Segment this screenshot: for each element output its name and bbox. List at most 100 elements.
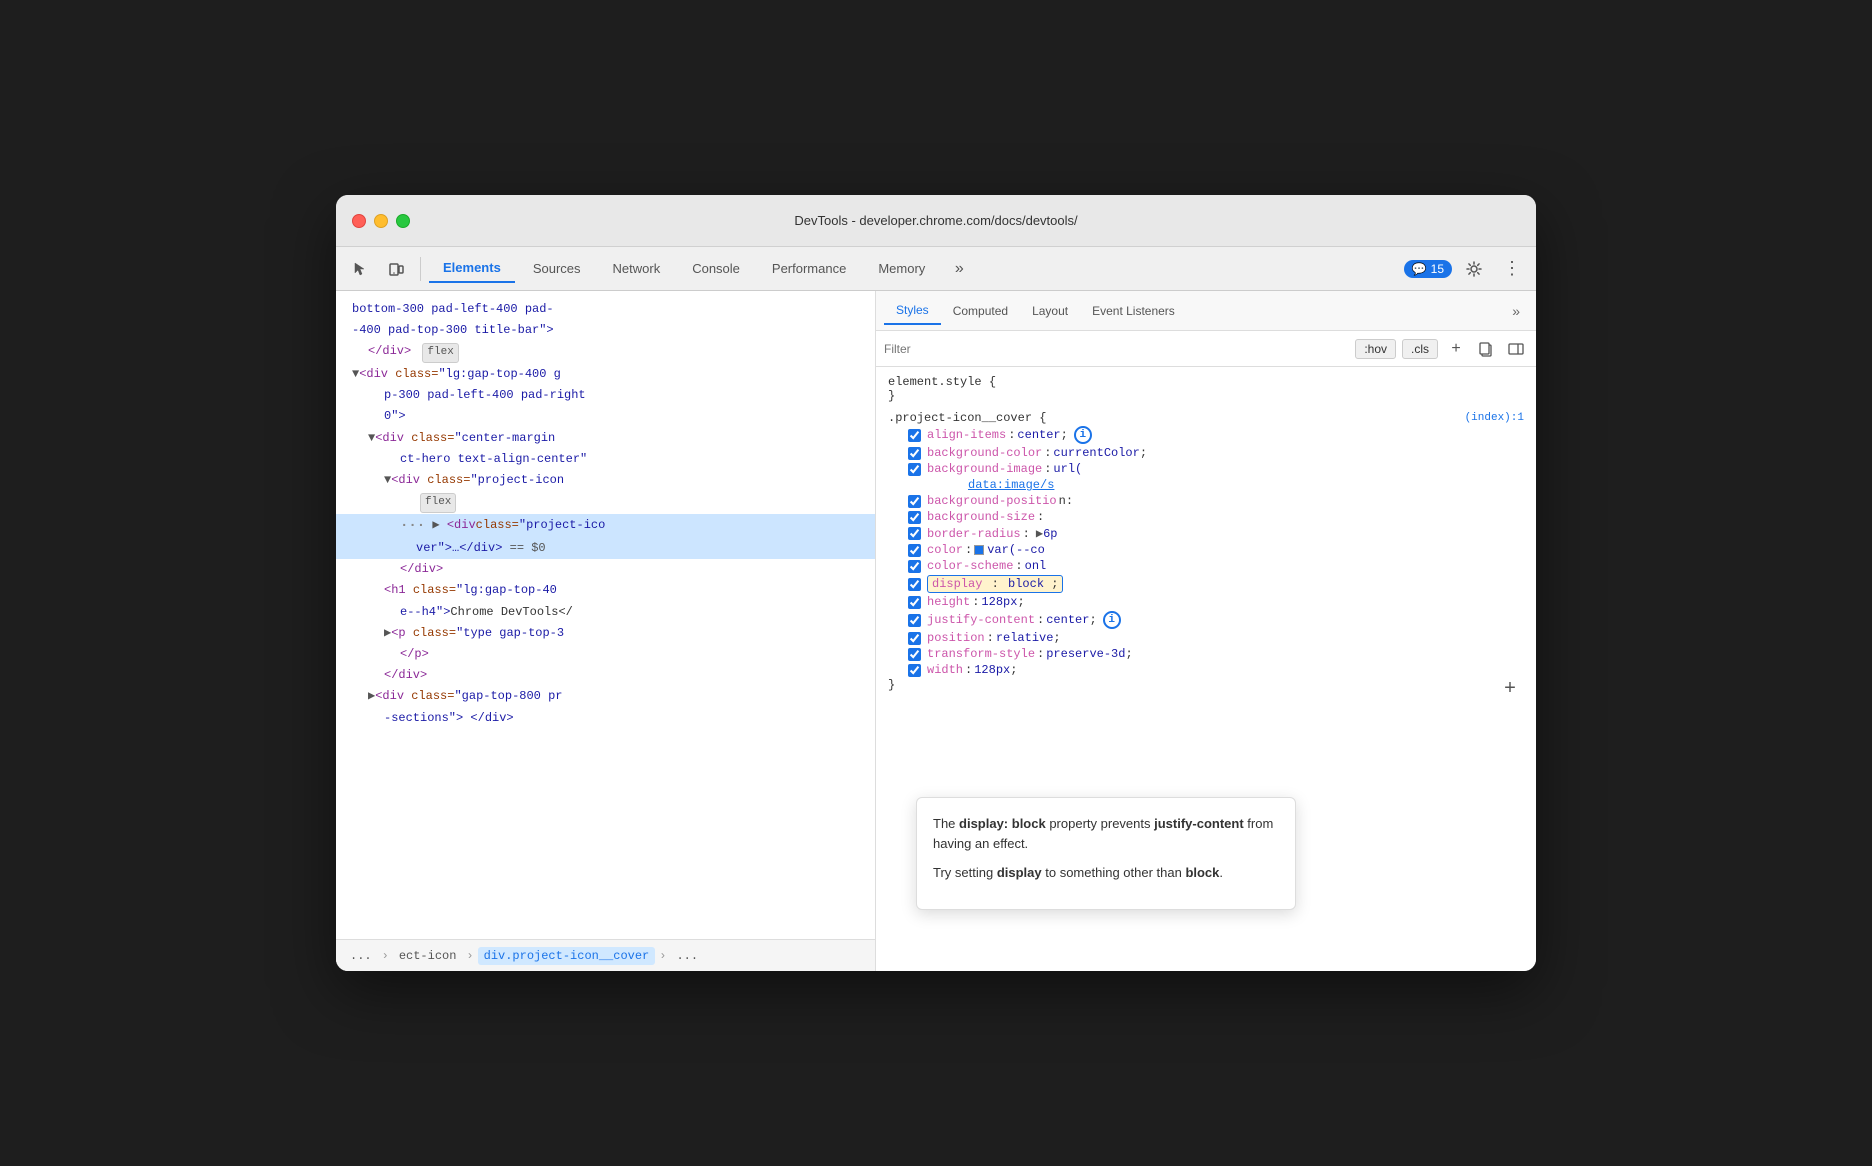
styles-panel: Styles Computed Layout Event Listeners »… [876,291,1536,971]
css-prop-color-scheme: color-scheme : onl [888,558,1524,574]
prop-checkbox-height[interactable] [908,596,921,609]
flex-badge-2: flex [420,493,456,513]
css-prop-position: position : relative ; [888,630,1524,646]
customize-button[interactable]: ⋮ [1496,253,1528,285]
hov-filter-button[interactable]: :hov [1355,339,1396,359]
issues-badge[interactable]: 💬 15 [1404,260,1452,278]
prop-checkbox-color-scheme[interactable] [908,560,921,573]
html-line: flex [336,491,875,514]
breadcrumb-cover[interactable]: div.project-icon__cover [478,947,656,965]
more-tabs-button[interactable]: » [943,253,975,285]
prop-checkbox-align-items[interactable] [908,429,921,442]
tooltip-bold-justify-content: justify-content [1154,816,1244,831]
prop-checkbox-border-radius[interactable] [908,527,921,540]
tab-computed[interactable]: Computed [941,298,1020,324]
html-line: ct-hero text-align-center" [336,449,875,470]
color-swatch[interactable] [974,545,984,555]
more-styles-tabs-button[interactable]: » [1504,303,1528,319]
inspect-element-button[interactable] [344,253,376,285]
prop-checkbox-bg-position[interactable] [908,495,921,508]
breadcrumb-end[interactable]: ... [670,947,704,965]
prop-checkbox-bg-size[interactable] [908,511,921,524]
more-options-icon: ⋮ [1503,258,1521,279]
html-line: -400 pad-top-300 title-bar"> [336,320,875,341]
tab-network[interactable]: Network [599,255,675,282]
align-items-info-icon[interactable]: i [1074,426,1092,444]
css-prop-justify-content: justify-content : center ; i [888,610,1524,630]
breadcrumb: ... › ect-icon › div.project-icon__cover… [336,939,875,971]
html-line: ▶<div class="gap-top-800 pr [336,686,875,707]
css-prop-color: color : var(--co [888,542,1524,558]
sidebar-icon [1508,341,1524,357]
css-rules-panel: element.style { } .project-icon__cover {… [876,367,1536,971]
css-prop-border-radius: border-radius : ▶ 6p [888,525,1524,542]
cursor-icon [352,261,368,277]
cls-filter-button[interactable]: .cls [1402,339,1438,359]
element-style-selector: element.style { [888,375,1524,389]
close-button[interactable] [352,214,366,228]
css-prop-height: height : 128px ; [888,594,1524,610]
device-icon [388,261,404,277]
css-rule-header: .project-icon__cover { (index):1 [888,411,1524,425]
prop-checkbox-transform-style[interactable] [908,648,921,661]
titlebar: DevTools - developer.chrome.com/docs/dev… [336,195,1536,247]
css-prop-background-position: background-positio n: [888,493,1524,509]
tab-layout[interactable]: Layout [1020,298,1080,324]
css-prop-background-image: background-image : url( [888,461,1524,477]
device-toolbar-button[interactable] [380,253,412,285]
html-line-selected[interactable]: ··· ▶ <div class="project-ico [336,514,875,538]
flex-badge: flex [422,343,458,363]
toolbar-right: 💬 15 ⋮ [1404,253,1528,285]
css-prop-background-color: background-color : currentColor ; [888,445,1524,461]
copy-styles-button[interactable] [1474,337,1498,361]
prop-checkbox-bg-color[interactable] [908,447,921,460]
html-line: -sections"> </div> [336,708,875,729]
html-line: <h1 class="lg:gap-top-40 [336,580,875,601]
tab-console[interactable]: Console [678,255,754,282]
prop-checkbox-width[interactable] [908,664,921,677]
settings-button[interactable] [1458,253,1490,285]
tab-memory[interactable]: Memory [864,255,939,282]
tab-elements[interactable]: Elements [429,254,515,283]
filter-input[interactable] [884,342,1349,356]
html-line: </div> [336,559,875,580]
prop-checkbox-position[interactable] [908,632,921,645]
prop-checkbox-color[interactable] [908,544,921,557]
tab-styles[interactable]: Styles [884,297,941,325]
tab-sources[interactable]: Sources [519,255,595,282]
elements-panel: bottom-300 pad-left-400 pad- -400 pad-to… [336,291,876,971]
toggle-sidebar-button[interactable] [1504,337,1528,361]
tooltip-bold-display-block: display: block [959,816,1046,831]
css-rule-close: } + [888,678,1524,701]
breadcrumb-ellipsis[interactable]: ... [344,947,378,965]
prop-checkbox-bg-image[interactable] [908,463,921,476]
html-line: 0"> [336,406,875,427]
maximize-button[interactable] [396,214,410,228]
html-line: </p> [336,644,875,665]
html-line: ▼<div class="project-icon [336,470,875,491]
html-line: </div> [336,665,875,686]
justify-content-info-icon[interactable]: i [1103,611,1121,629]
css-prop-data-url: data:image/s [888,477,1524,493]
html-line: bottom-300 pad-left-400 pad- [336,299,875,320]
add-style-rule-button[interactable]: + [1444,337,1468,361]
html-line: e--h4">Chrome DevTools</ [336,602,875,623]
main-toolbar: Elements Sources Network Console Perform… [336,247,1536,291]
tab-performance[interactable]: Performance [758,255,860,282]
prop-checkbox-display[interactable] [908,578,921,591]
tooltip-line-2: Try setting display to something other t… [933,863,1279,883]
copy-icon [1478,341,1494,357]
html-line-selected-2[interactable]: ver">…</div> == $0 [336,538,875,559]
gear-icon [1466,261,1482,277]
tab-event-listeners[interactable]: Event Listeners [1080,298,1187,324]
display-highlighted: display : block ; [927,575,1063,593]
css-prop-transform-style: transform-style : preserve-3d ; [888,646,1524,662]
html-line: ▶<p class="type gap-top-3 [336,623,875,644]
issues-icon: 💬 [1412,262,1427,276]
breadcrumb-ect-icon[interactable]: ect-icon [393,947,463,965]
html-line: p-300 pad-left-400 pad-right [336,385,875,406]
add-property-button[interactable]: + [1496,678,1524,701]
prop-checkbox-justify-content[interactable] [908,614,921,627]
minimize-button[interactable] [374,214,388,228]
elements-tree[interactable]: bottom-300 pad-left-400 pad- -400 pad-to… [336,291,875,939]
